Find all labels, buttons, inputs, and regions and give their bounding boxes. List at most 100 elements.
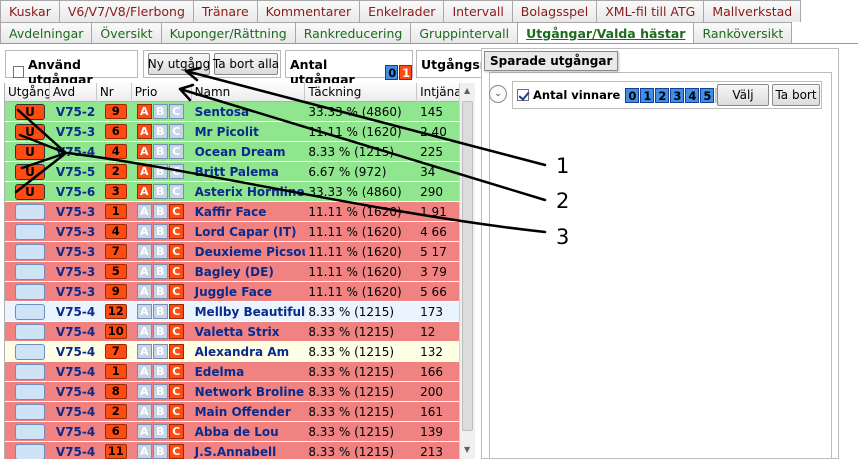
tab-avdelningar[interactable]: Avdelningar bbox=[0, 22, 93, 43]
prio-b-button[interactable]: B bbox=[152, 264, 168, 279]
table-row[interactable]: V75-3 9 A B C Juggle Face 11.11 % (1620) 5 66 bbox=[5, 282, 462, 302]
col-avd[interactable]: Avd bbox=[50, 83, 97, 102]
choose-button[interactable]: Välj bbox=[717, 84, 769, 106]
winners-checkbox[interactable] bbox=[517, 89, 529, 101]
prio-b-button[interactable]: B bbox=[152, 304, 168, 319]
prio-c-button[interactable]: C bbox=[168, 364, 184, 379]
use-outputs-checkbox[interactable] bbox=[13, 66, 24, 78]
prio-c-button[interactable]: C bbox=[168, 184, 184, 199]
table-row[interactable]: V75-4 6 A B C Abba de Lou 8.33 % (1215) 139 bbox=[5, 422, 462, 442]
prio-c-button[interactable]: C bbox=[168, 244, 184, 259]
prio-a-button[interactable]: A bbox=[136, 224, 152, 239]
table-row[interactable]: V75-3 1 A B C Kaffir Face 11.11 % (1620) 1 91 bbox=[5, 202, 462, 222]
prio-a-button[interactable]: A bbox=[136, 384, 152, 399]
output-toggle-button[interactable]: U bbox=[15, 103, 45, 120]
winner-num-3[interactable]: 3 bbox=[670, 87, 685, 103]
remove-button[interactable]: Ta bort bbox=[772, 84, 820, 106]
output-toggle-button[interactable] bbox=[15, 443, 45, 459]
prio-c-button[interactable]: C bbox=[168, 344, 184, 359]
prio-c-button[interactable]: C bbox=[168, 264, 184, 279]
prio-b-button[interactable]: B bbox=[152, 284, 168, 299]
prio-a-button[interactable]: A bbox=[136, 204, 152, 219]
tab-rankoversikt[interactable]: Ranköversikt bbox=[693, 22, 793, 43]
prio-b-button[interactable]: B bbox=[152, 224, 168, 239]
prio-c-button[interactable]: C bbox=[168, 144, 184, 159]
prio-c-button[interactable]: C bbox=[168, 104, 184, 119]
prio-b-button[interactable]: B bbox=[152, 324, 168, 339]
prio-b-button[interactable]: B bbox=[152, 364, 168, 379]
output-toggle-button[interactable] bbox=[15, 283, 45, 300]
winner-num-0[interactable]: 0 bbox=[625, 87, 640, 103]
output-toggle-button[interactable] bbox=[15, 403, 45, 420]
prio-c-button[interactable]: C bbox=[168, 164, 184, 179]
tab-v6-v7-v8[interactable]: V6/V7/V8/Flerbong bbox=[58, 0, 194, 22]
table-row[interactable]: U V75-4 4 A B C Ocean Dream 8.33 % (1215) 225 bbox=[5, 142, 462, 162]
table-row[interactable]: V75-3 4 A B C Lord Capar (IT) 11.11 % (1620) 4 … bbox=[5, 222, 462, 242]
prio-a-button[interactable]: A bbox=[136, 164, 152, 179]
tab-mallverkstad[interactable]: Mallverkstad bbox=[703, 0, 802, 22]
prio-b-button[interactable]: B bbox=[152, 184, 168, 199]
tab-oversikt[interactable]: Översikt bbox=[91, 22, 162, 43]
tab-kuskar[interactable]: Kuskar bbox=[0, 0, 60, 22]
output-toggle-button[interactable] bbox=[15, 303, 45, 320]
output-count-0[interactable]: 0 bbox=[385, 64, 399, 80]
tab-xml-fil[interactable]: XML-fil till ATG bbox=[596, 0, 705, 22]
winner-num-4[interactable]: 4 bbox=[685, 87, 700, 103]
col-nr[interactable]: Nr bbox=[97, 83, 132, 102]
prio-c-button[interactable]: C bbox=[168, 204, 184, 219]
table-row[interactable]: V75-3 5 A B C Bagley (DE) 11.11 % (1620) 3 79 bbox=[5, 262, 462, 282]
tab-rankreducering[interactable]: Rankreducering bbox=[294, 22, 412, 43]
table-row[interactable]: V75-4 1 A B C Edelma 8.33 % (1215) 166 bbox=[5, 362, 462, 382]
col-prio[interactable]: Prio bbox=[132, 83, 192, 102]
table-row[interactable]: V75-4 2 A B C Main Offender 8.33 % (1215) 161 bbox=[5, 402, 462, 422]
table-row[interactable]: U V75-3 6 A B C Mr Picolit 11.11 % (1620) 2 40 bbox=[5, 122, 462, 142]
col-tackning[interactable]: Täckning bbox=[305, 83, 418, 102]
new-output-button[interactable]: Ny utgång bbox=[148, 53, 210, 75]
prio-a-button[interactable]: A bbox=[136, 144, 152, 159]
output-toggle-button[interactable]: U bbox=[15, 183, 45, 200]
tab-tranare[interactable]: Tränare bbox=[192, 0, 258, 22]
tab-bolagsspel[interactable]: Bolagsspel bbox=[511, 0, 598, 22]
prio-b-button[interactable]: B bbox=[152, 124, 168, 139]
prio-b-button[interactable]: B bbox=[152, 444, 168, 459]
prio-a-button[interactable]: A bbox=[136, 184, 152, 199]
prio-a-button[interactable]: A bbox=[136, 124, 152, 139]
table-row[interactable]: V75-4 12 A B C Mellby Beautiful 8.33 % (1215) 1… bbox=[5, 302, 462, 322]
prio-b-button[interactable]: B bbox=[152, 384, 168, 399]
output-toggle-button[interactable] bbox=[15, 263, 45, 280]
winner-num-1[interactable]: 1 bbox=[640, 87, 655, 103]
prio-c-button[interactable]: C bbox=[168, 304, 184, 319]
table-row[interactable]: V75-4 8 A B C Network Broline 8.33 % (1215) 200 bbox=[5, 382, 462, 402]
scroll-up-icon[interactable]: ▲ bbox=[464, 86, 470, 95]
prio-c-button[interactable]: C bbox=[168, 284, 184, 299]
prio-a-button[interactable]: A bbox=[136, 404, 152, 419]
prio-b-button[interactable]: B bbox=[152, 144, 168, 159]
prio-c-button[interactable]: C bbox=[168, 444, 184, 459]
table-row[interactable]: V75-4 11 A B C J.S.Annabell 8.33 % (1215) 213 bbox=[5, 442, 462, 459]
output-toggle-button[interactable]: U bbox=[15, 143, 45, 160]
prio-b-button[interactable]: B bbox=[152, 164, 168, 179]
prio-b-button[interactable]: B bbox=[152, 244, 168, 259]
output-count-1[interactable]: 1 bbox=[399, 64, 412, 80]
col-namn[interactable]: Namn bbox=[192, 83, 306, 102]
col-utgang[interactable]: Utgång bbox=[5, 83, 50, 102]
prio-a-button[interactable]: A bbox=[136, 444, 152, 459]
table-row[interactable]: U V75-6 3 A B C Asterix Hornline 33.33 % (4860)… bbox=[5, 182, 462, 202]
table-row[interactable]: U V75-2 9 A B C Sentosa 33.33 % (4860) 145 bbox=[5, 102, 462, 122]
prio-a-button[interactable]: A bbox=[136, 424, 152, 439]
prio-a-button[interactable]: A bbox=[136, 324, 152, 339]
prio-b-button[interactable]: B bbox=[152, 104, 168, 119]
expand-chevron-icon[interactable]: ⌄ bbox=[489, 85, 507, 103]
table-row[interactable]: V75-4 10 A B C Valetta Strix 8.33 % (1215) 12 bbox=[5, 322, 462, 342]
output-toggle-button[interactable] bbox=[15, 423, 45, 440]
table-scrollbar[interactable]: ▲ ▼ bbox=[459, 83, 475, 459]
prio-a-button[interactable]: A bbox=[136, 284, 152, 299]
tab-intervall[interactable]: Intervall bbox=[443, 0, 513, 22]
prio-b-button[interactable]: B bbox=[152, 404, 168, 419]
prio-b-button[interactable]: B bbox=[152, 424, 168, 439]
prio-b-button[interactable]: B bbox=[152, 344, 168, 359]
output-toggle-button[interactable] bbox=[15, 243, 45, 260]
scroll-down-icon[interactable]: ▼ bbox=[464, 445, 470, 454]
table-row[interactable]: U V75-5 2 A B C Britt Palema 6.67 % (972) 34 bbox=[5, 162, 462, 182]
output-toggle-button[interactable]: U bbox=[15, 123, 45, 140]
